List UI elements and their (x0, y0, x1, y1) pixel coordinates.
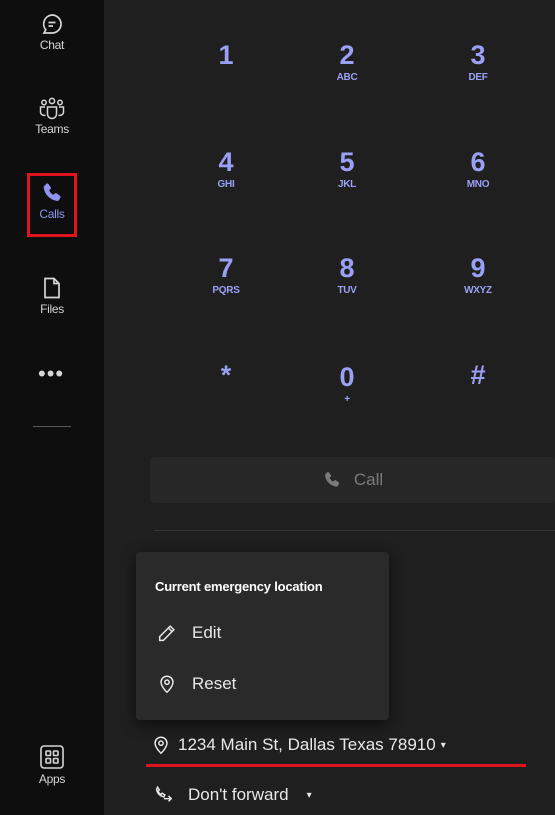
dial-key-digit: 9 (470, 253, 486, 283)
edit-label: Edit (192, 623, 222, 642)
forwarding-text: Don't forward (188, 785, 289, 804)
rail-item-chat[interactable]: Chat (0, 12, 104, 52)
dial-key-letters: JKL (338, 179, 356, 190)
dial-key-digit: 0 (339, 362, 355, 392)
dial-key-9[interactable]: 9 WXYZ (433, 253, 523, 296)
chevron-down-icon: ▾ (306, 789, 312, 801)
dial-key-4[interactable]: 4 GHI (181, 147, 271, 190)
emergency-location-selector[interactable]: 1234 Main St, Dallas Texas 78910 ▾ (150, 734, 446, 756)
dial-key-letters: PQRS (212, 285, 240, 296)
dial-key-letters: DEF (468, 72, 488, 83)
rail-label-files: Files (40, 302, 64, 316)
calls-icon (43, 183, 61, 201)
dial-key-digit: 1 (218, 40, 234, 70)
dial-key-1[interactable]: 1 (181, 40, 271, 72)
dial-key-5[interactable]: 5 JKL (302, 147, 392, 190)
dial-key-digit: 6 (470, 147, 486, 177)
dial-key-digit: # (470, 360, 486, 390)
more-apps-icon[interactable]: ••• (38, 363, 64, 385)
reset-label: Reset (192, 674, 237, 693)
rail-label-apps: Apps (38, 772, 66, 786)
dial-key-star[interactable]: * (181, 360, 271, 392)
dial-key-digit: * (220, 360, 232, 390)
location-pin-icon (160, 675, 174, 694)
apps-icon (40, 745, 64, 769)
rail-label-chat: Chat (39, 38, 65, 52)
rail-label-teams: Teams (35, 122, 69, 136)
rail-item-apps[interactable]: Apps (0, 744, 104, 786)
files-icon (44, 277, 60, 299)
edit-location-item[interactable]: Edit (156, 622, 221, 644)
dial-key-2[interactable]: 2 ABC (302, 40, 392, 83)
location-underline (146, 764, 526, 767)
app-rail: Chat Teams Calls Files ••• Apps (0, 0, 104, 815)
dial-key-7[interactable]: 7 PQRS (181, 253, 271, 296)
dial-key-digit: 7 (218, 253, 234, 283)
rail-divider (33, 426, 71, 427)
location-text: 1234 Main St, Dallas Texas 78910 (178, 735, 436, 754)
chat-icon (42, 14, 62, 34)
dial-key-digit: 2 (339, 40, 355, 70)
teams-icon (39, 97, 65, 120)
emergency-menu-title: Current emergency location (155, 579, 323, 594)
chevron-down-icon: ▾ (440, 739, 446, 751)
call-forward-icon (155, 785, 173, 802)
pencil-icon (158, 625, 175, 642)
call-button[interactable]: Call (150, 457, 555, 503)
rail-item-calls[interactable]: Calls (0, 181, 104, 221)
dial-key-digit: 5 (339, 147, 355, 177)
dial-key-letters: TUV (337, 285, 357, 296)
rail-item-files[interactable]: Files (0, 276, 104, 316)
reset-location-item[interactable]: Reset (156, 673, 236, 695)
emergency-location-menu: Current emergency location Edit Reset (136, 552, 389, 720)
call-button-label: Call (353, 470, 384, 489)
dial-key-digit: 4 (218, 147, 234, 177)
dial-key-letters: + (344, 394, 350, 405)
location-pin-icon (154, 736, 168, 755)
dial-key-letters: ABC (336, 72, 358, 83)
dial-key-8[interactable]: 8 TUV (302, 253, 392, 296)
divider (154, 530, 555, 531)
phone-icon (324, 471, 339, 487)
dial-key-0[interactable]: 0 + (302, 362, 392, 405)
call-forwarding-selector[interactable]: Don't forward ▾ (152, 784, 312, 806)
rail-label-calls: Calls (39, 207, 65, 221)
dial-key-letters: WXYZ (464, 285, 492, 296)
dial-key-letters: MNO (466, 179, 490, 190)
dial-key-digit: 8 (339, 253, 355, 283)
dial-key-hash[interactable]: # (433, 360, 523, 392)
dial-key-digit: 3 (470, 40, 486, 70)
dial-key-letters: GHI (217, 179, 235, 190)
dial-key-6[interactable]: 6 MNO (433, 147, 523, 190)
rail-item-teams[interactable]: Teams (0, 96, 104, 136)
dial-key-3[interactable]: 3 DEF (433, 40, 523, 83)
